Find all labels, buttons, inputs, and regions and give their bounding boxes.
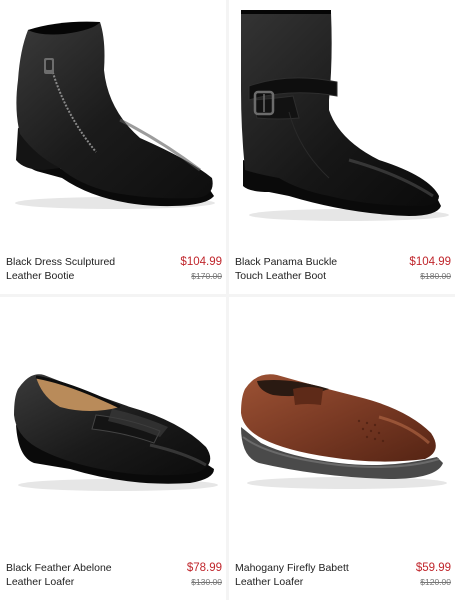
brown-slip-on-image (241, 374, 447, 489)
sale-price: $104.99 (180, 256, 222, 268)
product-image[interactable] (0, 297, 226, 556)
product-grid: Black Dress Sculptured Leather Bootie $1… (0, 0, 455, 600)
product-image[interactable] (229, 0, 455, 250)
sale-price: $104.99 (409, 256, 451, 268)
original-price: $170.00 (191, 271, 222, 281)
sale-price: $78.99 (186, 562, 222, 574)
product-image[interactable] (229, 297, 455, 556)
original-price: $120.00 (420, 577, 451, 587)
product-info: Black Feather Abelone Leather Loafer $78… (0, 556, 226, 600)
product-card[interactable]: Black Feather Abelone Leather Loafer $78… (0, 297, 226, 600)
product-name[interactable]: Mahogany Firefly Babett Leather Loafer (235, 562, 360, 589)
black-loafer-image (14, 374, 218, 491)
product-image[interactable] (0, 0, 226, 250)
black-buckle-boot-image (241, 10, 449, 221)
sale-price: $59.99 (415, 562, 451, 574)
product-info: Black Dress Sculptured Leather Bootie $1… (0, 250, 226, 294)
black-ankle-bootie-image (15, 21, 215, 209)
product-info: Black Panama Buckle Touch Leather Boot $… (229, 250, 455, 294)
product-card[interactable]: Black Panama Buckle Touch Leather Boot $… (229, 0, 455, 294)
product-name[interactable]: Black Feather Abelone Leather Loafer (6, 562, 131, 589)
product-info: Mahogany Firefly Babett Leather Loafer $… (229, 556, 455, 600)
product-card[interactable]: Mahogany Firefly Babett Leather Loafer $… (229, 297, 455, 600)
original-price: $180.00 (420, 271, 451, 281)
original-price: $130.00 (191, 577, 222, 587)
product-name[interactable]: Black Dress Sculptured Leather Bootie (6, 256, 131, 283)
product-name[interactable]: Black Panama Buckle Touch Leather Boot (235, 256, 360, 283)
product-card[interactable]: Black Dress Sculptured Leather Bootie $1… (0, 0, 226, 294)
